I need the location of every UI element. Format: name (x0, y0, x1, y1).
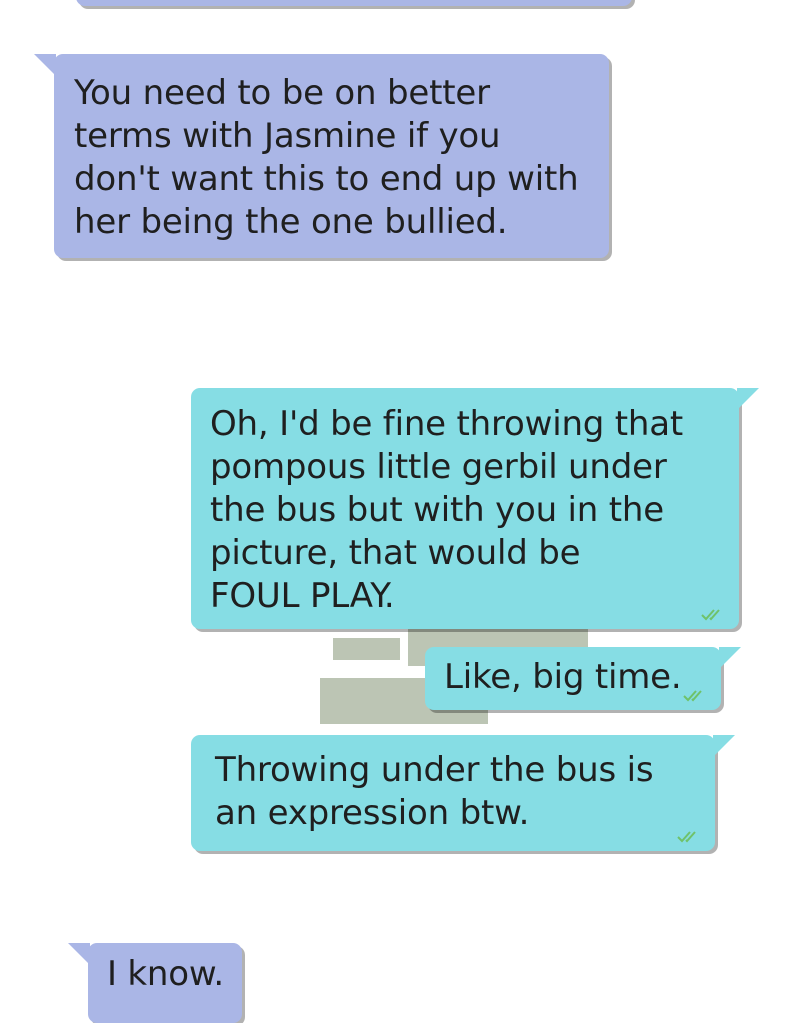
double-check-icon (683, 690, 702, 702)
message-text: Like, big time. (444, 657, 682, 697)
bubble-tail (34, 54, 56, 76)
bubble-tail (713, 735, 735, 757)
double-check-icon (701, 609, 720, 621)
previous-message-bubble (76, 0, 632, 6)
background-block (333, 638, 400, 660)
outgoing-message-bubble[interactable]: Throwing under the bus is an expression … (191, 735, 735, 851)
bubble-tail (68, 943, 90, 965)
message-text: Oh, I'd be fine throwing that pompous li… (210, 404, 684, 616)
bubble-tail (719, 647, 741, 669)
message-text: I know. (107, 954, 224, 994)
message-text: You need to be on better terms with Jasm… (74, 73, 579, 242)
bubble-tail (737, 388, 759, 410)
outgoing-message-bubble[interactable]: Oh, I'd be fine throwing that pompous li… (191, 388, 759, 629)
double-check-icon (677, 831, 696, 843)
incoming-message-bubble[interactable]: I know. (68, 943, 242, 1023)
message-text: Throwing under the bus is an expression … (215, 750, 654, 833)
outgoing-message-bubble[interactable]: Like, big time. (425, 647, 741, 710)
incoming-message-bubble[interactable]: You need to be on better terms with Jasm… (34, 54, 609, 258)
